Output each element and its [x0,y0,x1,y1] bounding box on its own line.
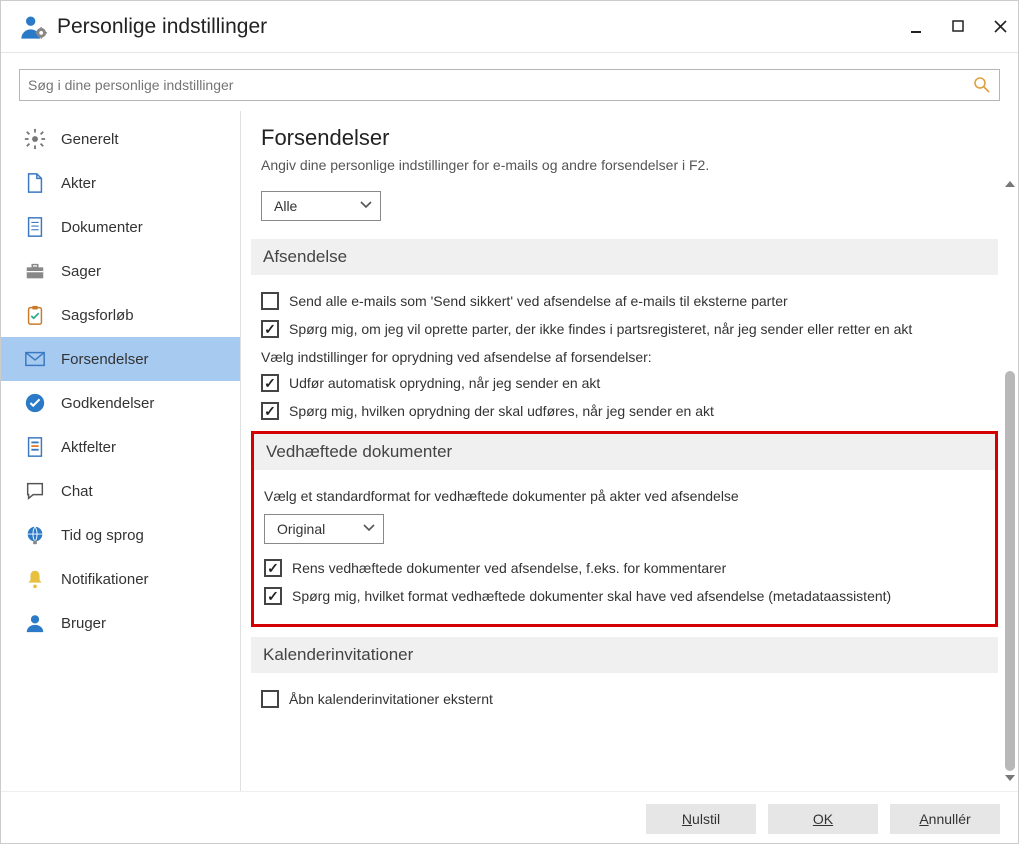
window-title: Personlige indstillinger [57,15,910,39]
document-icon [23,171,47,195]
sidebar-item-sager[interactable]: Sager [1,249,240,293]
sidebar: Generelt Akter Dokumenter Sager Sagsforl… [1,111,241,791]
checkbox-send-sikkert[interactable]: Send alle e-mails som 'Send sikkert' ved… [261,287,988,315]
section-kalender-header: Kalenderinvitationer [251,637,998,673]
checkbox-label: Spørg mig, hvilket format vedhæftede dok… [292,588,891,604]
chevron-down-icon [360,198,372,214]
form-icon [23,435,47,459]
sidebar-item-godkendelser[interactable]: Godkendelser [1,381,240,425]
sidebar-item-label: Tid og sprog [61,527,144,544]
search-bar[interactable] [19,69,1000,101]
window-controls [910,20,1008,34]
sidebar-item-sagsforlob[interactable]: Sagsforløb [1,293,240,337]
briefcase-icon [23,259,47,283]
checkbox-auto-oprydning[interactable]: Udfør automatisk oprydning, når jeg send… [261,369,988,397]
format-dropdown[interactable]: Original [264,514,384,544]
check-circle-icon [23,391,47,415]
sidebar-item-label: Akter [61,175,96,192]
checkbox-label: Rens vedhæftede dokumenter ved afsendels… [292,560,726,576]
user-icon [23,611,47,635]
footer: Nulstil OK Annullér [1,791,1018,845]
scroll-thumb[interactable] [1005,371,1015,771]
cleanup-intro-label: Vælg indstillinger for oprydning ved afs… [261,343,988,369]
search-input[interactable] [28,77,973,93]
sidebar-item-label: Chat [61,483,93,500]
page-title: Forsendelser [261,125,988,151]
sidebar-item-generelt[interactable]: Generelt [1,117,240,161]
sidebar-item-label: Bruger [61,615,106,632]
checkbox-sporg-format[interactable]: Spørg mig, hvilket format vedhæftede dok… [264,582,985,610]
checkbox-opret-parter[interactable]: Spørg mig, om jeg vil oprette parter, de… [261,315,988,343]
sidebar-item-bruger[interactable]: Bruger [1,601,240,645]
sidebar-item-label: Generelt [61,131,119,148]
chevron-down-icon [363,521,375,537]
scrollbar[interactable] [1004,181,1016,781]
gear-icon [23,127,47,151]
search-icon [973,76,991,94]
chat-bubble-icon [23,479,47,503]
sidebar-item-tid-og-sprog[interactable]: Tid og sprog [1,513,240,557]
sidebar-item-notifikationer[interactable]: Notifikationer [1,557,240,601]
sidebar-item-label: Sagsforløb [61,307,134,324]
checkbox-rens-vedhaeftede[interactable]: Rens vedhæftede dokumenter ved afsendels… [264,554,985,582]
maximize-button[interactable] [952,20,966,34]
sidebar-item-aktfelter[interactable]: Aktfelter [1,425,240,469]
sidebar-item-label: Godkendelser [61,395,154,412]
sidebar-item-label: Aktfelter [61,439,116,456]
sidebar-item-label: Notifikationer [61,571,149,588]
checkbox-abn-kalender-eksternt[interactable]: Åbn kalenderinvitationer eksternt [261,685,988,713]
minimize-button[interactable] [910,20,924,34]
format-intro-label: Vælg et standardformat for vedhæftede do… [264,482,985,508]
section-afsendelse-header: Afsendelse [251,239,998,275]
titlebar: Personlige indstillinger [1,1,1018,53]
sidebar-item-chat[interactable]: Chat [1,469,240,513]
checkbox-icon[interactable] [264,559,282,577]
checkbox-icon[interactable] [261,402,279,420]
filter-dropdown[interactable]: Alle [261,191,381,221]
section-vedhaeftede-header: Vedhæftede dokumenter [254,434,995,470]
checkbox-icon[interactable] [261,374,279,392]
scroll-up-icon[interactable] [1005,181,1015,187]
checkbox-icon[interactable] [264,587,282,605]
ok-button[interactable]: OK [768,804,878,834]
cancel-button[interactable]: Annullér [890,804,1000,834]
sidebar-item-label: Dokumenter [61,219,143,236]
checkbox-icon[interactable] [261,320,279,338]
checkbox-sporg-oprydning[interactable]: Spørg mig, hvilken oprydning der skal ud… [261,397,988,425]
clipboard-check-icon [23,303,47,327]
checkbox-label: Spørg mig, hvilken oprydning der skal ud… [289,403,714,419]
bell-icon [23,567,47,591]
dropdown-value: Original [277,521,325,537]
app-user-gear-icon [19,13,47,41]
globe-icon [23,523,47,547]
checkbox-label: Åbn kalenderinvitationer eksternt [289,691,493,707]
dropdown-value: Alle [274,198,297,214]
sidebar-item-dokumenter[interactable]: Dokumenter [1,205,240,249]
checkbox-label: Spørg mig, om jeg vil oprette parter, de… [289,321,912,337]
checkbox-label: Send alle e-mails som 'Send sikkert' ved… [289,293,788,309]
sidebar-item-forsendelser[interactable]: Forsendelser [1,337,240,381]
reset-button[interactable]: Nulstil [646,804,756,834]
checkbox-icon[interactable] [261,690,279,708]
section-vedhaeftede-highlight: Vedhæftede dokumenter Vælg et standardfo… [251,431,998,627]
ok-label: OK [813,811,833,827]
scroll-down-icon[interactable] [1005,775,1015,781]
document-lines-icon [23,215,47,239]
sidebar-item-label: Forsendelser [61,351,149,368]
checkbox-icon[interactable] [261,292,279,310]
content-area: Forsendelser Angiv dine personlige indst… [241,111,1018,791]
envelope-icon [23,347,47,371]
sidebar-item-akter[interactable]: Akter [1,161,240,205]
scroll-track[interactable] [1005,191,1015,771]
close-button[interactable] [994,20,1008,34]
sidebar-item-label: Sager [61,263,101,280]
checkbox-label: Udfør automatisk oprydning, når jeg send… [289,375,600,391]
page-subtitle: Angiv dine personlige indstillinger for … [261,157,988,173]
